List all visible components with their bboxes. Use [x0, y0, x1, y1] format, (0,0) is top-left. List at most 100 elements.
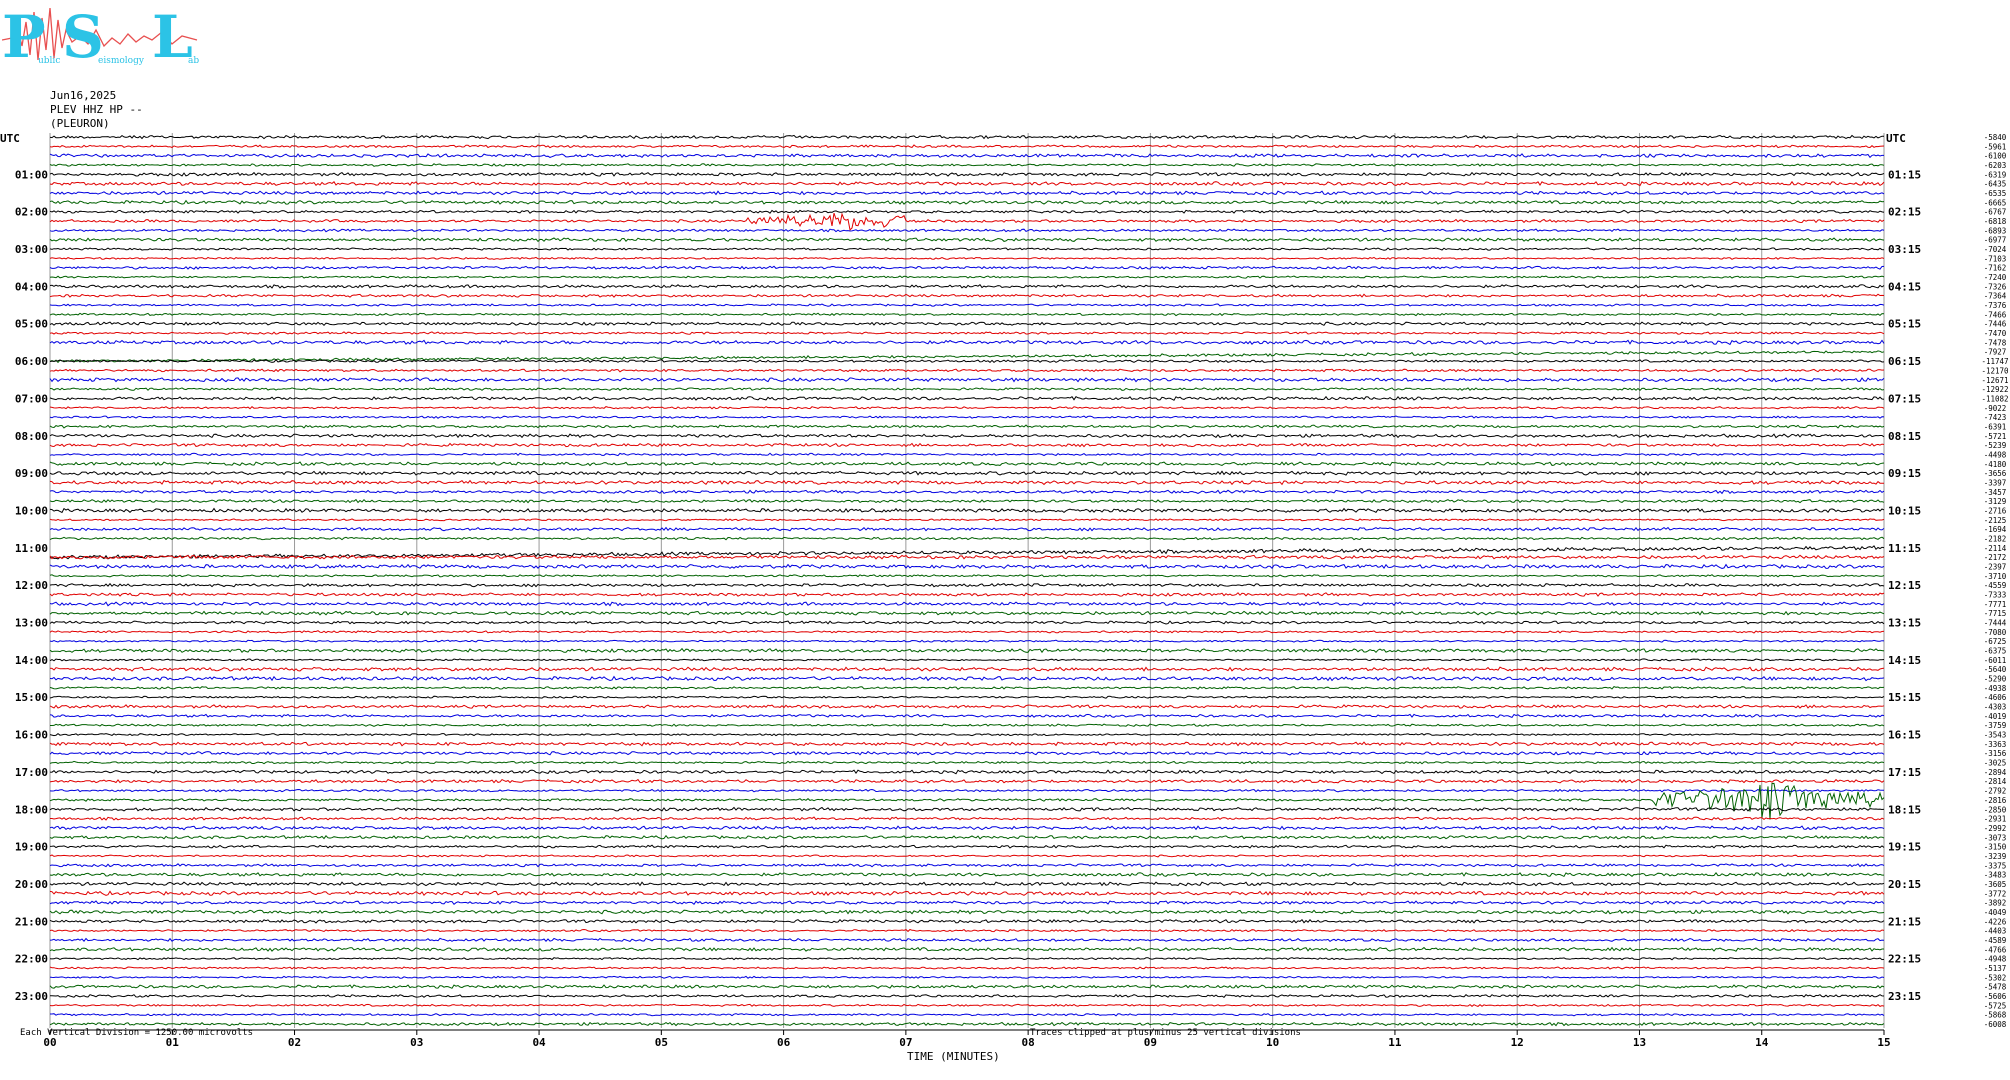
- trace-offset-label: -6818: [1984, 217, 2007, 226]
- seismic-trace: [49, 647, 1885, 654]
- trace-offset-label: -3772: [1984, 889, 2007, 898]
- trace-offset-label: -4498: [1984, 450, 2007, 459]
- trace-offset-label: -3483: [1984, 871, 2007, 880]
- seismic-trace: [49, 199, 1885, 205]
- seismic-trace: [49, 788, 1885, 793]
- trace-offset-label: -4606: [1984, 693, 2007, 702]
- seismic-trace: [49, 957, 1885, 961]
- trace-offset-label: -2816: [1984, 796, 2007, 805]
- trace-offset-label: -6100: [1984, 152, 2007, 161]
- trace-offset-label: -5606: [1984, 992, 2007, 1001]
- seismic-trace: [49, 769, 1885, 775]
- hour-label-left: 15:00: [15, 691, 48, 704]
- hour-label-right: 07:15: [1888, 392, 1921, 405]
- trace-offset-label: -4049: [1984, 908, 2007, 917]
- trace-offset-label: -4589: [1984, 936, 2007, 945]
- hour-label-right: 14:15: [1888, 654, 1921, 667]
- trace-offset-label: -3457: [1984, 488, 2007, 497]
- trace-offset-label: -3375: [1984, 861, 2007, 870]
- seismic-trace: [49, 209, 1885, 214]
- seismic-trace: [49, 331, 1885, 335]
- trace-offset-label: -2814: [1984, 777, 2007, 786]
- x-tick-label: 07: [899, 1036, 912, 1049]
- seismic-trace: [49, 479, 1884, 486]
- trace-offset-label: -2716: [1984, 506, 2007, 515]
- hour-label-right: 16:15: [1888, 729, 1921, 742]
- seismic-trace: [49, 387, 1885, 391]
- hour-label-right: 15:15: [1888, 691, 1921, 704]
- hour-label-right: 04:15: [1888, 280, 1921, 293]
- seismic-trace: [49, 750, 1885, 756]
- hour-label-right: 22:15: [1888, 953, 1921, 966]
- hour-label-left: 12:00: [15, 579, 48, 592]
- seismic-trace: [49, 359, 1885, 364]
- trace-offset-label: -12671: [1981, 376, 2008, 385]
- seismic-trace: [49, 863, 1885, 868]
- trace-offset-label: -7715: [1984, 609, 2007, 618]
- seismic-trace: [49, 825, 1885, 831]
- seismic-trace: [50, 1012, 1885, 1017]
- hour-label-left: 06:00: [15, 355, 48, 368]
- seismic-trace: [49, 620, 1885, 625]
- seismic-trace: [50, 993, 1885, 998]
- seismic-trace: [49, 563, 1885, 570]
- hour-label-right: 18:15: [1888, 803, 1921, 816]
- seismic-trace: [49, 574, 1885, 578]
- trace-offset-label: -3239: [1984, 852, 2007, 861]
- hour-label-right: 10:15: [1888, 504, 1921, 517]
- x-tick-label: 14: [1755, 1036, 1769, 1049]
- trace-offset-label: -4019: [1984, 712, 2007, 721]
- seismic-trace: [49, 415, 1885, 419]
- trace-offset-label: -2182: [1984, 534, 2007, 543]
- seismic-trace: [49, 782, 1885, 820]
- seismic-trace: [49, 1021, 1885, 1027]
- trace-offset-label: -4766: [1984, 945, 2007, 954]
- x-tick-label: 05: [655, 1036, 668, 1049]
- seismic-trace: [49, 212, 1885, 231]
- trace-offset-label: -6767: [1984, 208, 2007, 217]
- seismic-trace: [49, 312, 1885, 317]
- hour-label-right: 09:15: [1888, 467, 1921, 480]
- seismic-trace: [49, 834, 1885, 840]
- trace-offset-label: -3892: [1984, 899, 2007, 908]
- trace-offset-label: -7444: [1984, 619, 2007, 628]
- hour-label-left: 18:00: [15, 803, 48, 816]
- seismic-trace: [49, 778, 1885, 784]
- seismic-trace: [49, 275, 1885, 279]
- seismic-trace: [49, 163, 1885, 167]
- hour-label-left: 09:00: [15, 467, 48, 480]
- hour-label-right: 11:15: [1888, 542, 1921, 555]
- seismic-trace: [49, 909, 1885, 915]
- hour-label-left: 17:00: [15, 766, 48, 779]
- seismic-trace: [49, 732, 1885, 737]
- trace-offset-label: -7376: [1984, 301, 2007, 310]
- x-axis-title: TIME (MINUTES): [907, 1050, 1000, 1063]
- seismic-trace: [49, 518, 1885, 522]
- seismic-trace: [49, 303, 1885, 307]
- seismic-trace: [49, 918, 1885, 924]
- trace-offset-label: -6011: [1984, 656, 2007, 665]
- seismic-trace: [49, 339, 1885, 346]
- seismic-trace: [49, 377, 1885, 383]
- seismic-trace: [49, 507, 1885, 514]
- seismic-trace: [49, 470, 1885, 476]
- trace-offset-label: -3759: [1984, 721, 2007, 730]
- hour-label-right: 20:15: [1888, 878, 1921, 891]
- seismic-trace: [49, 237, 1885, 243]
- trace-offset-label: -7470: [1984, 329, 2007, 338]
- trace-offset-label: -5290: [1984, 675, 2007, 684]
- seismic-trace: [49, 937, 1885, 943]
- seismic-trace: [49, 526, 1885, 532]
- seismic-trace: [49, 928, 1885, 933]
- hour-label-left: 21:00: [15, 915, 48, 928]
- trace-offset-label: -4559: [1984, 581, 2007, 590]
- seismic-trace: [49, 639, 1885, 643]
- hour-label-right: 08:15: [1888, 430, 1921, 443]
- hour-label-left: 05:00: [15, 318, 48, 331]
- hour-label-left: 13:00: [15, 617, 48, 630]
- trace-offset-label: -4948: [1984, 955, 2007, 964]
- hour-label-left: 04:00: [15, 280, 48, 293]
- trace-offset-label: -5640: [1984, 665, 2007, 674]
- hour-label-left: 01:00: [15, 168, 48, 181]
- seismic-trace: [50, 816, 1885, 821]
